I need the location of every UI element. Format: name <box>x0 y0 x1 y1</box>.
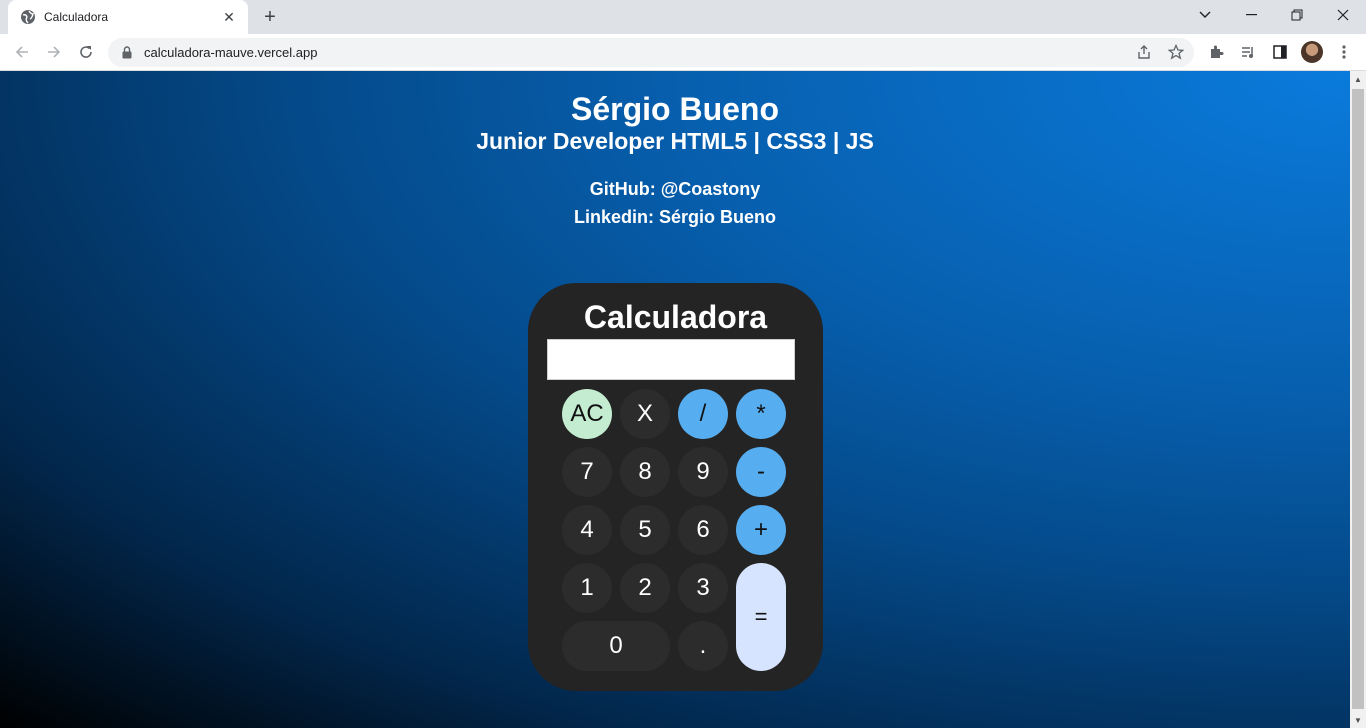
scroll-up-icon[interactable]: ▲ <box>1350 71 1366 87</box>
clear-button[interactable]: AC <box>562 389 612 439</box>
digit-4-button[interactable]: 4 <box>562 505 612 555</box>
extensions-icon[interactable] <box>1202 38 1230 66</box>
menu-kebab-icon[interactable] <box>1330 38 1358 66</box>
multiply-button[interactable]: * <box>736 389 786 439</box>
decimal-button[interactable]: . <box>678 621 728 671</box>
minimize-icon[interactable] <box>1228 0 1274 30</box>
share-icon[interactable] <box>1130 38 1158 66</box>
github-link[interactable]: GitHub: @Coastony <box>0 179 1350 200</box>
digit-8-button[interactable]: 8 <box>620 447 670 497</box>
forward-arrow-icon[interactable] <box>40 38 68 66</box>
calculator: Calculadora AC X / * 7 8 9 - 4 5 6 + 1 2… <box>528 283 823 691</box>
equals-button[interactable]: = <box>736 563 786 671</box>
new-tab-icon[interactable]: + <box>258 6 282 28</box>
tab-bar: Calculadora ✕ + <box>0 0 1366 34</box>
tab-search-icon[interactable] <box>1182 0 1228 30</box>
delete-button[interactable]: X <box>620 389 670 439</box>
digit-6-button[interactable]: 6 <box>678 505 728 555</box>
digit-9-button[interactable]: 9 <box>678 447 728 497</box>
browser-toolbar: calculadora-mauve.vercel.app <box>0 34 1366 71</box>
linkedin-link[interactable]: Linkedin: Sérgio Bueno <box>0 207 1350 228</box>
browser-tab[interactable]: Calculadora ✕ <box>8 0 248 34</box>
divide-button[interactable]: / <box>678 389 728 439</box>
add-button[interactable]: + <box>736 505 786 555</box>
back-arrow-icon[interactable] <box>8 38 36 66</box>
url-text: calculadora-mauve.vercel.app <box>144 45 318 60</box>
side-panel-icon[interactable] <box>1266 38 1294 66</box>
digit-7-button[interactable]: 7 <box>562 447 612 497</box>
tab-title: Calculadora <box>44 10 109 24</box>
profile-avatar[interactable] <box>1301 41 1323 63</box>
author-name: Sérgio Bueno <box>570 91 779 127</box>
address-bar[interactable]: calculadora-mauve.vercel.app <box>108 38 1194 67</box>
close-window-icon[interactable] <box>1320 0 1366 30</box>
scrollbar-thumb[interactable] <box>1352 89 1364 709</box>
page-viewport: Sérgio Bueno Junior Developer HTML5 | CS… <box>0 71 1350 728</box>
globe-icon <box>20 9 36 25</box>
subtract-button[interactable]: - <box>736 447 786 497</box>
reload-icon[interactable] <box>72 38 100 66</box>
digit-5-button[interactable]: 5 <box>620 505 670 555</box>
digit-2-button[interactable]: 2 <box>620 563 670 613</box>
media-controls-icon[interactable] <box>1234 38 1262 66</box>
digit-1-button[interactable]: 1 <box>562 563 612 613</box>
calculator-display[interactable] <box>547 339 795 380</box>
author-role: Junior Developer HTML5 | CSS3 | JS <box>476 128 874 154</box>
digit-3-button[interactable]: 3 <box>678 563 728 613</box>
scroll-down-icon[interactable]: ▼ <box>1350 712 1366 728</box>
lock-icon[interactable] <box>120 46 134 60</box>
digit-0-button[interactable]: 0 <box>562 621 670 671</box>
page-scrollbar[interactable]: ▲ ▼ <box>1350 71 1366 728</box>
close-tab-icon[interactable]: ✕ <box>220 8 238 26</box>
calculator-title: Calculadora <box>583 299 768 335</box>
bookmark-star-icon[interactable] <box>1162 38 1190 66</box>
restore-icon[interactable] <box>1274 0 1320 30</box>
